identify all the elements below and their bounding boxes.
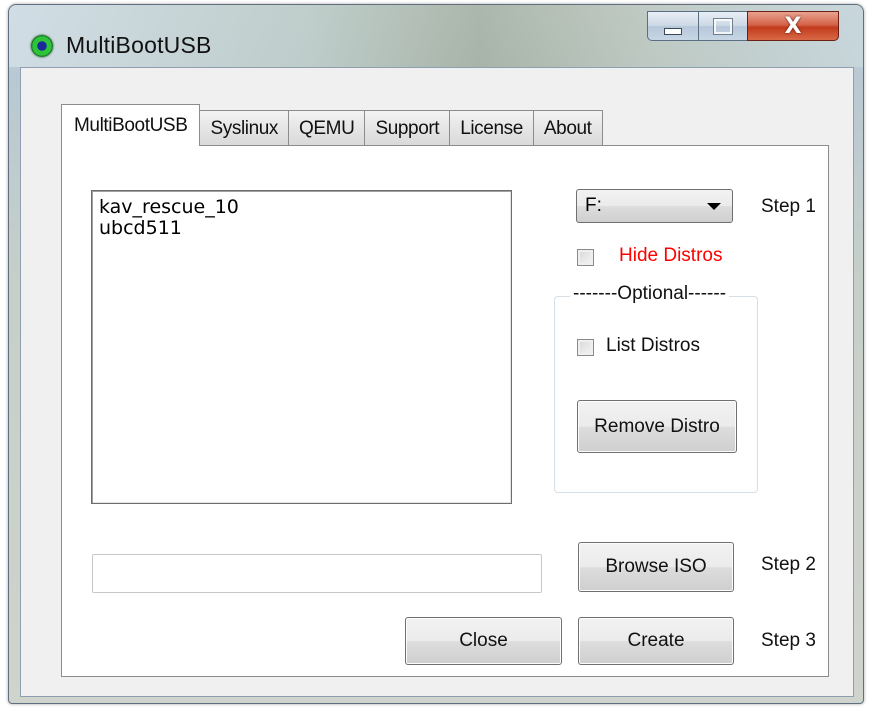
drive-select-value: F: bbox=[585, 195, 602, 216]
chevron-down-icon[interactable] bbox=[707, 203, 721, 210]
tab-strip: MultiBootUSB Syslinux QEMU Support Licen… bbox=[61, 104, 603, 146]
hide-distros-label[interactable]: Hide Distros bbox=[619, 245, 722, 267]
tab-support[interactable]: Support bbox=[364, 110, 451, 146]
minimize-button[interactable] bbox=[647, 11, 699, 41]
tab-syslinux[interactable]: Syslinux bbox=[199, 110, 290, 146]
tab-multibootusb[interactable]: MultiBootUSB bbox=[61, 104, 201, 146]
close-icon: X bbox=[784, 13, 802, 39]
list-item[interactable]: ubcd511 bbox=[99, 218, 504, 239]
drive-select[interactable]: F: bbox=[576, 189, 733, 223]
iso-path-input[interactable] bbox=[92, 554, 542, 593]
window-title: MultiBootUSB bbox=[66, 32, 212, 58]
maximize-button[interactable] bbox=[698, 11, 748, 41]
optional-group-legend: -------Optional------ bbox=[570, 283, 730, 305]
maximize-icon bbox=[714, 18, 732, 34]
list-distros-label[interactable]: List Distros bbox=[606, 335, 700, 357]
step-2-label: Step 2 bbox=[761, 554, 816, 575]
create-button[interactable]: Create bbox=[578, 617, 734, 665]
tab-about[interactable]: About bbox=[532, 110, 603, 146]
step-3-label: Step 3 bbox=[761, 630, 816, 651]
hide-distros-checkbox[interactable] bbox=[577, 249, 594, 266]
tab-qemu[interactable]: QEMU bbox=[288, 110, 366, 146]
minimize-icon bbox=[664, 27, 682, 35]
app-window: MultiBootUSB X MultiBootUSB Syslinux QEM… bbox=[8, 4, 864, 704]
list-item[interactable]: kav_rescue_10 bbox=[99, 197, 504, 218]
close-window-button[interactable]: X bbox=[747, 11, 839, 41]
remove-distro-button[interactable]: Remove Distro bbox=[577, 400, 737, 453]
list-distros-checkbox[interactable] bbox=[577, 339, 594, 356]
close-button[interactable]: Close bbox=[405, 617, 562, 665]
step-1-label: Step 1 bbox=[761, 196, 816, 217]
tab-panel-multibootusb: kav_rescue_10 ubcd511 F: Step 1 Hide Dis… bbox=[61, 145, 829, 677]
distro-listbox[interactable]: kav_rescue_10 ubcd511 bbox=[91, 190, 512, 504]
client-area: MultiBootUSB Syslinux QEMU Support Licen… bbox=[20, 67, 854, 697]
optional-group bbox=[554, 296, 758, 493]
browse-iso-button[interactable]: Browse ISO bbox=[578, 542, 734, 592]
tab-license[interactable]: License bbox=[449, 110, 534, 146]
app-logo-icon bbox=[31, 35, 53, 57]
title-bar[interactable]: MultiBootUSB X bbox=[9, 5, 863, 67]
